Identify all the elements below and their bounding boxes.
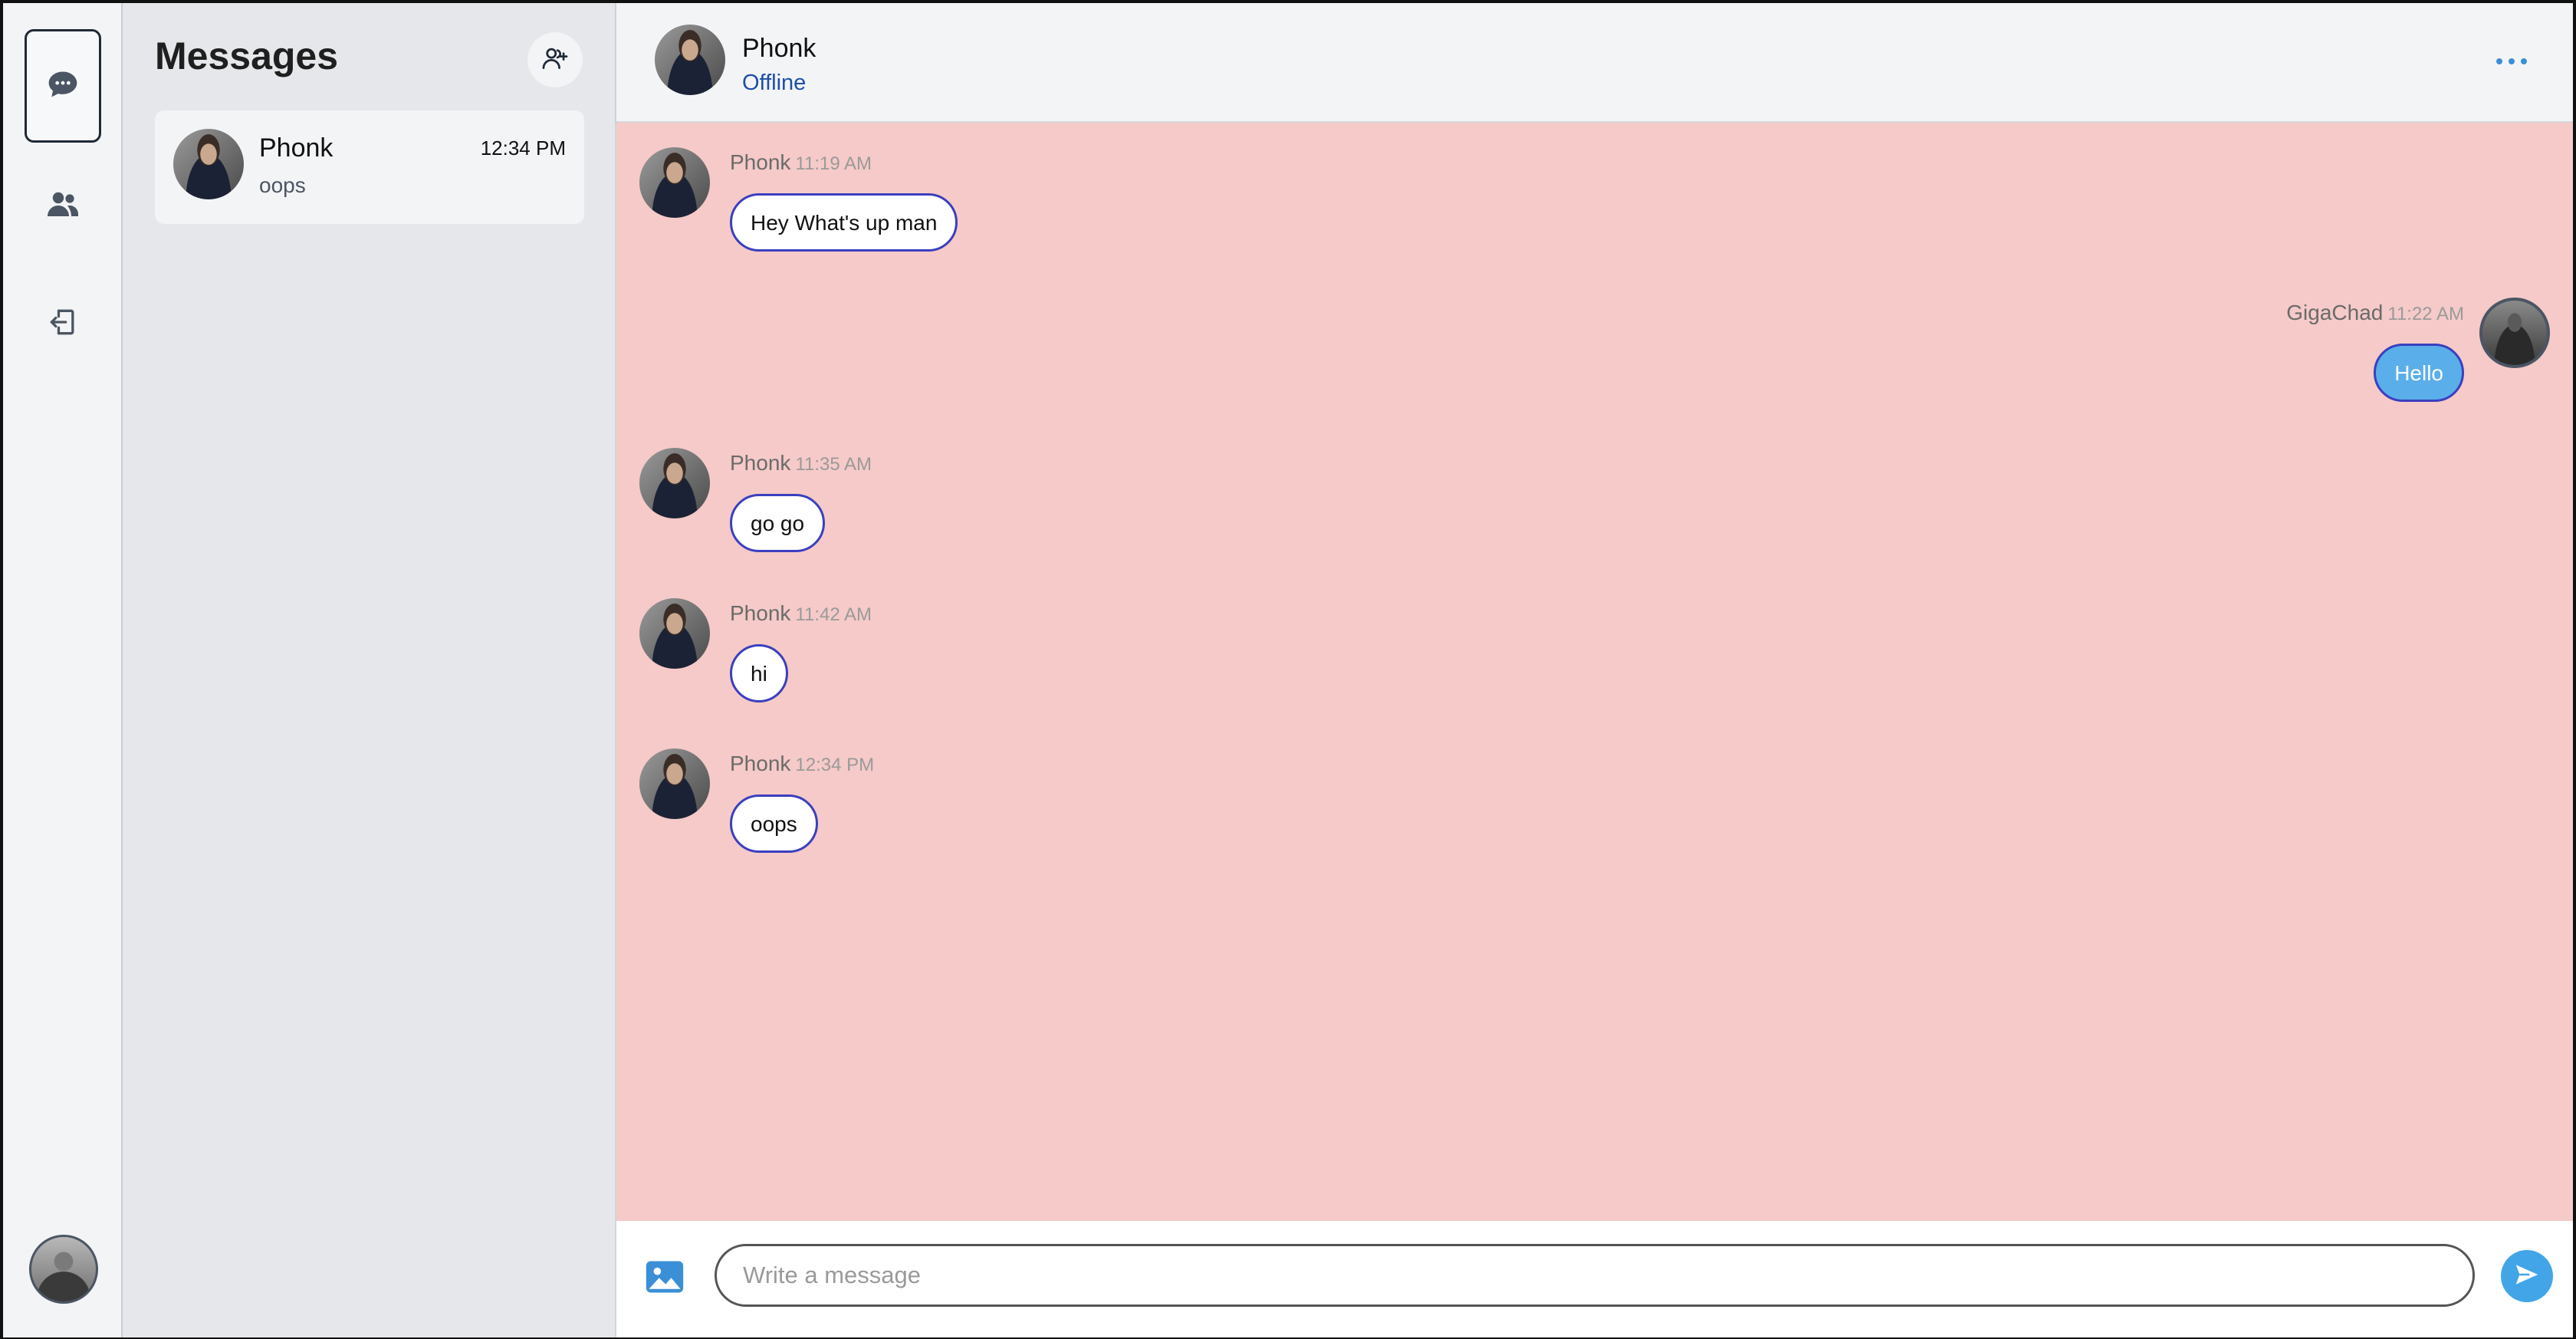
message-sender: Phonk <box>730 601 791 625</box>
add-friend-button[interactable] <box>527 32 583 87</box>
users-icon <box>44 186 81 226</box>
message-item: Phonk 11:35 AM go go <box>616 423 2573 574</box>
contact-name: Phonk <box>742 34 816 63</box>
sender-avatar <box>639 598 710 669</box>
message-item: GigaChad 11:22 AM Hello <box>616 273 2573 423</box>
message-sender: Phonk <box>730 451 791 475</box>
logout-icon <box>46 305 80 343</box>
message-item: Phonk 11:42 AM hi <box>616 574 2573 724</box>
image-icon <box>642 1261 687 1302</box>
contact-avatar <box>173 129 244 199</box>
more-options-button[interactable] <box>2489 46 2535 80</box>
conversation-preview: oops <box>259 173 306 197</box>
message-item: Phonk 12:34 PM oops <box>616 724 2573 874</box>
chat-bubble-icon <box>46 67 80 105</box>
message-time: 11:22 AM <box>2387 304 2464 324</box>
sender-avatar <box>2479 298 2550 368</box>
add-user-icon <box>540 44 570 77</box>
sender-avatar <box>639 748 710 819</box>
logout-button[interactable] <box>25 267 101 380</box>
message-bubble: hi <box>730 644 788 702</box>
panel-title: Messages <box>155 35 339 77</box>
message-bubble: oops <box>730 795 818 853</box>
message-bubble: Hey What's up man <box>730 193 958 252</box>
sender-avatar <box>639 147 710 218</box>
message-item: Phonk 11:19 AM Hey What's up man <box>616 123 2573 273</box>
message-time: 11:19 AM <box>795 153 872 174</box>
message-meta: Phonk 12:34 PM <box>730 752 874 776</box>
contact-status: Offline <box>742 71 807 95</box>
icon-rail <box>3 3 123 1337</box>
send-button[interactable] <box>2501 1250 2553 1302</box>
message-bubble: Hello <box>2374 344 2464 402</box>
message-composer <box>616 1221 2573 1337</box>
conversation-time: 12:34 PM <box>480 137 566 160</box>
message-input[interactable] <box>715 1244 2475 1307</box>
message-sender: GigaChad <box>2286 301 2384 324</box>
message-meta: Phonk 11:35 AM <box>730 451 872 475</box>
message-time: 11:42 AM <box>795 604 872 625</box>
conversation-name: Phonk <box>259 133 334 163</box>
send-icon <box>2512 1260 2542 1293</box>
message-meta: Phonk 11:42 AM <box>730 601 872 626</box>
message-meta: Phonk 11:19 AM <box>730 150 872 175</box>
conversations-panel: Messages Phonk 12:34 PM oops <box>123 3 616 1337</box>
contact-avatar[interactable] <box>655 25 725 95</box>
chats-nav-button[interactable] <box>25 29 101 143</box>
attach-image-button[interactable] <box>642 1255 687 1299</box>
message-list[interactable]: Phonk 11:19 AM Hey What's up man GigaChad… <box>616 123 2573 1224</box>
ellipsis-icon <box>2495 56 2528 70</box>
message-meta: GigaChad 11:22 AM <box>2286 301 2464 325</box>
message-time: 12:34 PM <box>795 755 875 775</box>
user-avatar[interactable] <box>29 1235 98 1304</box>
contacts-nav-button[interactable] <box>25 149 101 262</box>
message-sender: Phonk <box>730 752 791 775</box>
chat-header: Phonk Offline <box>616 3 2573 123</box>
sender-avatar <box>639 448 710 518</box>
message-time: 11:35 AM <box>795 454 872 475</box>
message-sender: Phonk <box>730 150 791 174</box>
chat-app: Messages Phonk 12:34 PM oops Phonk Offli… <box>0 0 2576 1339</box>
conversation-item[interactable]: Phonk 12:34 PM oops <box>155 110 584 224</box>
message-bubble: go go <box>730 494 826 552</box>
chat-area: Phonk Offline Phonk 11:19 AM Hey What's … <box>616 3 2573 1337</box>
